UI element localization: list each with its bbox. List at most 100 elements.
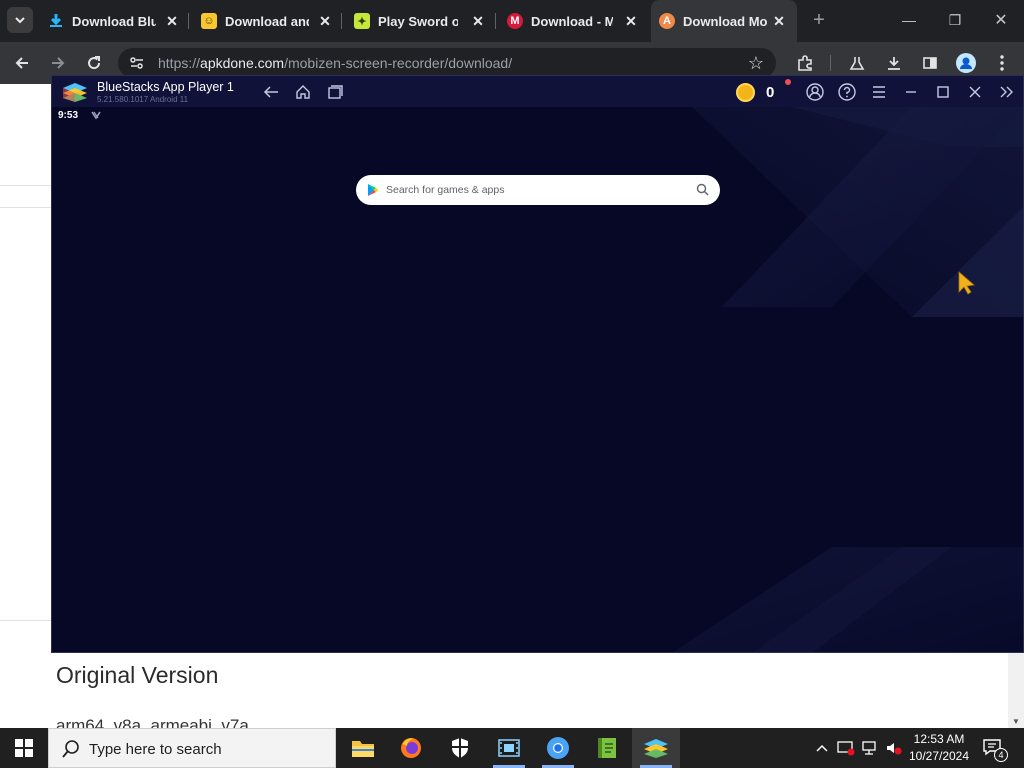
tray-app-icon[interactable] — [836, 728, 856, 768]
film-strip-icon — [498, 739, 520, 757]
bs-back-button[interactable] — [261, 82, 281, 102]
puzzle-icon — [798, 55, 812, 71]
bluestacks-download-icon — [48, 13, 64, 29]
security-app[interactable] — [436, 728, 484, 768]
back-button[interactable] — [9, 50, 35, 76]
arrow-right-icon — [52, 57, 65, 69]
help-icon — [838, 83, 856, 101]
search-icon[interactable] — [696, 183, 709, 196]
url-path: /mobizen-screen-recorder/download/ — [284, 55, 513, 71]
notebook-icon — [598, 738, 616, 758]
profile-button[interactable] — [953, 50, 979, 76]
browser-tab-strip: Download Blue ✕ ☺ Download and ✕ ✦ Play … — [0, 0, 1024, 42]
divider — [0, 207, 52, 208]
labs-button[interactable] — [844, 50, 870, 76]
tab-play-sword[interactable]: ✦ Play Sword of ✕ — [354, 8, 488, 34]
account-icon — [806, 83, 824, 101]
forward-button[interactable] — [45, 50, 71, 76]
network-icon — [862, 741, 876, 755]
volume-muted-icon — [887, 743, 902, 755]
play-store-search-bar[interactable]: Search for games & apps — [356, 175, 720, 205]
scroll-down-arrow-icon[interactable]: ▼ — [1012, 717, 1020, 726]
close-icon[interactable]: ✕ — [468, 11, 488, 31]
coin-icon — [736, 82, 755, 102]
system-clock[interactable]: 12:53 AM 10/27/2024 — [904, 731, 974, 765]
close-window-button[interactable]: ✕ — [986, 6, 1016, 34]
shield-icon — [452, 738, 468, 758]
notification-dot — [785, 79, 791, 85]
clock-date: 10/27/2024 — [908, 749, 970, 763]
green-game-icon: ✦ — [354, 13, 370, 29]
bluestacks-logo-icon — [644, 739, 668, 758]
extensions-button[interactable] — [792, 50, 818, 76]
bs-home-button[interactable] — [293, 82, 313, 102]
page-scrollbar[interactable]: ▼ — [1008, 644, 1024, 728]
tab-title: Play Sword of — [378, 13, 458, 29]
reload-button[interactable] — [81, 50, 107, 76]
bs-account-button[interactable] — [805, 82, 825, 102]
android-screen[interactable]: 9:53 Search for games & apps — [52, 107, 1023, 652]
bs-recent-apps-button[interactable] — [325, 82, 345, 102]
bookmark-star-icon[interactable]: ☆ — [748, 53, 764, 74]
close-icon[interactable]: ✕ — [162, 11, 182, 31]
notebook-app[interactable] — [583, 728, 631, 768]
folder-icon — [352, 741, 374, 757]
hamburger-menu-icon — [873, 86, 885, 98]
tab-separator — [188, 13, 189, 29]
show-hidden-icons-button[interactable] — [812, 728, 832, 768]
arrow-left-icon — [15, 57, 28, 69]
volume-button[interactable] — [884, 728, 904, 768]
bs-help-button[interactable] — [837, 82, 857, 102]
taskbar-search-placeholder: Type here to search — [89, 741, 222, 758]
close-icon[interactable]: ✕ — [621, 11, 641, 31]
start-button[interactable] — [0, 728, 48, 768]
mouse-cursor-icon — [958, 271, 975, 295]
url-text[interactable]: https://apkdone.com/mobizen-screen-recor… — [158, 55, 512, 71]
downloads-button[interactable] — [881, 50, 907, 76]
tab-bluestacks[interactable]: Download Blue ✕ — [48, 8, 182, 34]
network-button[interactable] — [860, 728, 880, 768]
file-explorer-app[interactable] — [339, 728, 387, 768]
firefox-app[interactable] — [387, 728, 435, 768]
divider — [0, 185, 52, 186]
bs-sidebar-toggle-button[interactable] — [997, 82, 1017, 102]
mobizen-red-icon: M — [507, 13, 523, 29]
restore-window-button[interactable]: ❐ — [940, 6, 970, 34]
chrome-app[interactable] — [534, 728, 582, 768]
chevron-up-icon — [816, 744, 828, 752]
bluestacks-window: BlueStacks App Player 1 5.21.580.1017 An… — [51, 75, 1024, 653]
section-heading: Original Version — [56, 662, 219, 688]
bs-minimize-button[interactable] — [901, 82, 921, 102]
tab-apkdone-active[interactable]: A Download Mol ✕ — [651, 0, 797, 42]
tab-download-and[interactable]: ☺ Download and ✕ — [201, 8, 335, 34]
flask-icon — [849, 57, 865, 70]
coins-counter[interactable]: 0 — [736, 79, 791, 102]
new-tab-button[interactable]: + — [804, 6, 834, 34]
windows-logo-icon — [15, 739, 33, 757]
tab-search-button[interactable] — [7, 7, 33, 33]
recent-apps-icon — [328, 85, 343, 99]
coin-count: 0 — [766, 83, 775, 101]
url-host: apkdone.com — [200, 55, 285, 71]
yellow-app-icon: ☺ — [201, 13, 217, 29]
home-icon — [296, 85, 310, 99]
video-editor-app[interactable] — [485, 728, 533, 768]
minimize-window-button[interactable]: — — [894, 6, 924, 34]
notification-count-badge: 4 — [994, 748, 1008, 762]
bs-close-button[interactable] — [965, 82, 985, 102]
address-bar[interactable]: https://apkdone.com/mobizen-screen-recor… — [118, 48, 776, 78]
tab-separator — [495, 13, 496, 29]
bs-maximize-button[interactable] — [933, 82, 953, 102]
side-panel-button[interactable] — [917, 50, 943, 76]
site-info-icon[interactable] — [129, 55, 145, 76]
taskbar-search-box[interactable]: Type here to search — [48, 728, 336, 768]
tab-mobizen[interactable]: M Download - Mi ✕ — [507, 8, 641, 34]
bluestacks-titlebar: BlueStacks App Player 1 5.21.580.1017 An… — [52, 76, 1023, 107]
chrome-menu-button[interactable] — [989, 50, 1015, 76]
bluestacks-app[interactable] — [632, 728, 680, 768]
bluestacks-logo-icon — [63, 83, 87, 102]
close-icon[interactable]: ✕ — [315, 11, 335, 31]
tab-title: Download and — [225, 13, 309, 29]
close-icon[interactable]: ✕ — [769, 11, 789, 31]
bs-menu-button[interactable] — [869, 82, 889, 102]
